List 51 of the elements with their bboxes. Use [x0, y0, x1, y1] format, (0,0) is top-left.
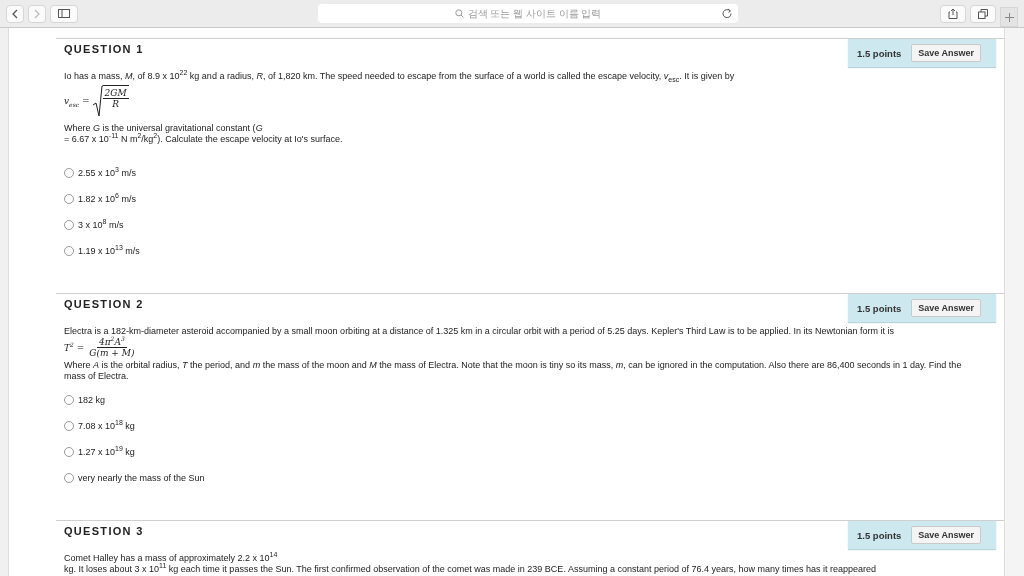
answer-option[interactable]: 1.27 x 10$^{19}$ kg	[64, 444, 996, 460]
radio-button[interactable]	[64, 421, 74, 431]
sidebar-icon	[58, 9, 70, 18]
formula-numerator: 2GM	[102, 88, 129, 99]
formula-numerator: 4π$^{2}$A$^{3}$	[96, 337, 127, 348]
question-text: Where A is the orbital radius, T the period, and m the mass of the moon and M the mass of Electra. Note that the moon is tiny so its mass, m, can be ignored in the computation. Also there are 86,400 seconds in 1 day. Find the mass of Electra.	[63, 360, 963, 382]
search-icon	[454, 9, 464, 18]
formula-denominator: G(m + M)	[88, 348, 136, 358]
answer-option[interactable]: 7.08 x 10$^{18}$ kg	[64, 418, 996, 434]
question-text: Electra is a 182-km-diameter asteroid accompanied by a small moon orbiting at a distance of 1.325 km in a circular orbit with a period of 5.25 days. Kepler's Third Law is to be applied. In its Newtonian form it is	[63, 326, 895, 336]
chevron-left-icon	[12, 8, 18, 19]
save-answer-button[interactable]: Save Answer	[911, 526, 982, 544]
tabs-icon	[978, 8, 988, 19]
formula-lhs: T$^{2}$ =	[64, 342, 85, 353]
sidebar-button[interactable]	[50, 4, 78, 23]
chevron-right-icon	[34, 8, 40, 19]
radio-button[interactable]	[64, 220, 74, 230]
question-text: kg. It loses about 3 x 10$^{11}$ kg each time it passes the Sun. The first confirmed observation of the comet was made in 239 BCE. Assuming a constant period of 76.4 years, how many times has it reappeared	[63, 564, 878, 575]
question-text: Io has a mass, M, of 8.9 x 10$^{22}$ kg and a radius, R, of 1,820 km. The speed needed to escape from the surface of a world is called the escape velocity, v$_{esc}$. It is given by	[63, 71, 736, 82]
radio-button[interactable]	[64, 447, 74, 457]
points-label: 1.5 points	[857, 529, 902, 541]
question-text: Comet Halley has a mass of approximately 2.2 x 10$^{14}$	[63, 553, 279, 563]
share-button[interactable]	[940, 4, 966, 23]
points-label: 1.5 points	[857, 302, 902, 314]
save-answer-button[interactable]: Save Answer	[911, 44, 982, 62]
formula-denominator: R	[111, 99, 120, 109]
plus-icon	[1004, 12, 1014, 22]
radio-button[interactable]	[64, 395, 74, 405]
question-title: QUESTION 1	[64, 43, 144, 55]
question-title: QUESTION 3	[64, 525, 144, 537]
new-tab-button[interactable]	[1000, 7, 1018, 27]
formula-lhs: v$_{esc}$ =	[64, 96, 90, 106]
answer-option[interactable]: 3 x 10$^{8}$ m/s	[64, 217, 996, 233]
back-button[interactable]	[6, 4, 24, 23]
question-text: = 6.67 x 10$^{-11}$ N m$^{2}$/kg$^{2}$). Calculate the escape velocity at Io's surface.	[63, 134, 344, 145]
radio-button[interactable]	[64, 168, 74, 178]
answer-option[interactable]: 1.82 x 10$^{6}$ m/s	[64, 191, 996, 207]
reload-icon[interactable]	[722, 8, 732, 18]
answer-option[interactable]: very nearly the mass of the Sun	[64, 470, 996, 486]
question-title: QUESTION 2	[64, 298, 144, 310]
tabs-button[interactable]	[970, 4, 996, 23]
answer-option[interactable]: 1.19 x 10$^{13}$ m/s	[64, 243, 996, 259]
question-text: Where G is the universal gravitational constant (G	[63, 123, 264, 133]
answer-option[interactable]: 182 kg	[64, 392, 996, 408]
points-label: 1.5 points	[857, 47, 902, 59]
radio-button[interactable]	[64, 194, 74, 204]
share-icon	[948, 8, 958, 19]
answer-option[interactable]: 2.55 x 10$^{3}$ m/s	[64, 165, 996, 181]
radio-button[interactable]	[64, 246, 74, 256]
save-answer-button[interactable]: Save Answer	[911, 299, 982, 317]
radio-button[interactable]	[64, 473, 74, 483]
